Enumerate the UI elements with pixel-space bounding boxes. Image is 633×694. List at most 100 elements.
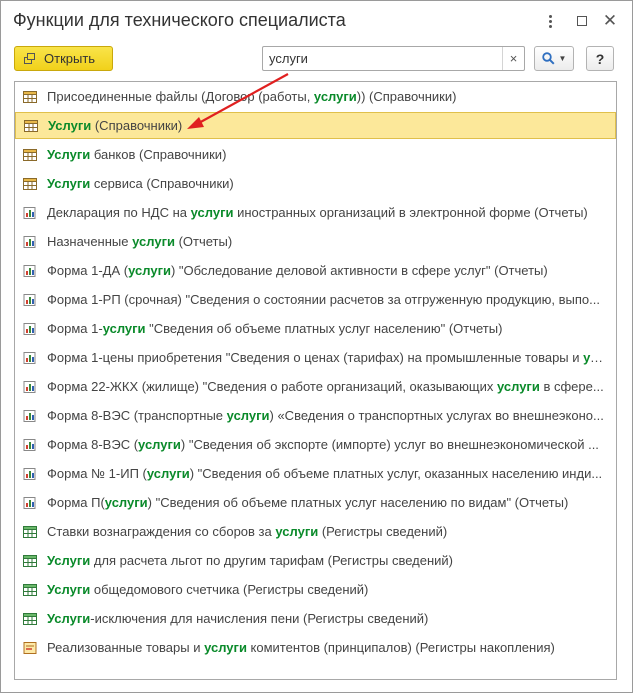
report-icon — [23, 322, 37, 335]
maximize-icon[interactable] — [573, 12, 591, 30]
report-icon — [23, 380, 37, 393]
label-text: "Сведения об объеме платных услуг населе… — [145, 321, 503, 336]
label-text: для расчета льгот по другим тарифам (Рег… — [90, 553, 453, 568]
close-icon[interactable]: ✕ — [601, 12, 619, 30]
label-text: Форма 8-ВЭС ( — [47, 437, 139, 452]
list-item[interactable]: Форма 1-РП (срочная) "Сведения о состоян… — [15, 286, 616, 313]
find-button[interactable]: ▼ — [534, 46, 574, 71]
title-bar: Функции для технического специалиста ✕ — [1, 1, 632, 41]
label-text: Форма 8-ВЭС (транспортные — [47, 408, 227, 423]
label-text: Форма 1- — [47, 321, 103, 336]
list-item[interactable]: Декларация по НДС на услуги иностранных … — [15, 199, 616, 226]
match-highlight: Услуги — [47, 582, 91, 597]
label-text: )) (Справочники) — [356, 89, 457, 104]
list-item[interactable]: Услуги банков (Справочники) — [15, 141, 616, 168]
match-highlight: услуги — [104, 495, 148, 510]
report-icon — [23, 351, 37, 364]
label-text: (Регистры сведений) — [318, 524, 448, 539]
label-text: Форма 1-ДА ( — [47, 263, 129, 278]
list-item[interactable]: Услуги сервиса (Справочники) — [15, 170, 616, 197]
label-text: Декларация по НДС на — [47, 205, 191, 220]
search-icon — [541, 52, 555, 65]
list-item-label: Форма 1-ДА (услуги) "Обследование делово… — [47, 263, 607, 278]
list-item[interactable]: Присоединенные файлы (Договор (работы, у… — [15, 83, 616, 110]
report-icon — [23, 235, 37, 248]
list-item-label: Назначенные услуги (Отчеты) — [47, 234, 607, 249]
list-item[interactable]: Форма 1-цены приобретения "Сведения о це… — [15, 344, 616, 371]
clear-search-button[interactable]: × — [502, 47, 524, 70]
list-item[interactable]: Услуги (Справочники) — [15, 112, 616, 139]
label-text: ) "Сведения об объеме платных услуг, ока… — [189, 466, 603, 481]
label-text: Ставки вознаграждения со сборов за — [47, 524, 276, 539]
list-item[interactable]: Услуги-исключения для начисления пени (Р… — [15, 605, 616, 632]
search-box: × — [262, 46, 525, 71]
match-highlight: Услуги — [47, 176, 91, 191]
list-item-label: Форма № 1-ИП (услуги) "Сведения об объем… — [47, 466, 607, 481]
register-icon — [23, 525, 37, 538]
list-item-label: Реализованные товары и услуги комитентов… — [47, 640, 607, 655]
label-text: Реализованные товары и — [47, 640, 205, 655]
help-button[interactable]: ? — [586, 46, 614, 71]
list-item-label: Услуги (Справочники) — [48, 118, 608, 133]
match-highlight: Услуги — [47, 147, 91, 162]
catalog-icon — [24, 119, 38, 132]
label-text: (Отчеты) — [174, 234, 233, 249]
list-item[interactable]: Реализованные товары и услуги комитентов… — [15, 634, 616, 661]
match-highlight: услуги — [102, 321, 146, 336]
list-item-label: Форма 8-ВЭС (транспортные услуги) «Сведе… — [47, 408, 607, 423]
label-text: ) "Сведения об объеме платных услуг насе… — [147, 495, 569, 510]
list-item-label: Форма 1-РП (срочная) "Сведения о состоян… — [47, 292, 607, 307]
match-highlight: услуги — [275, 524, 319, 539]
list-item[interactable]: Форма 8-ВЭС (транспортные услуги) «Сведе… — [15, 402, 616, 429]
list-item[interactable]: Услуги для расчета льгот по другим тариф… — [15, 547, 616, 574]
label-text: -исключения для начисления пени (Регистр… — [90, 611, 429, 626]
list-item-label: Форма 1-цены приобретения "Сведения о це… — [47, 350, 607, 365]
label-text: ) "Обследование деловой активности в сфе… — [170, 263, 548, 278]
chevron-down-icon: ▼ — [558, 54, 567, 63]
list-item-label: Услуги сервиса (Справочники) — [47, 176, 607, 191]
label-text: комитентов (принципалов) (Регистры накоп… — [246, 640, 555, 655]
list-item[interactable]: Форма 8-ВЭС (услуги) "Сведения об экспор… — [15, 431, 616, 458]
catalog-icon — [23, 90, 37, 103]
list-item[interactable]: Назначенные услуги (Отчеты) — [15, 228, 616, 255]
register-icon — [23, 583, 37, 596]
list-item[interactable]: Услуги общедомового счетчика (Регистры с… — [15, 576, 616, 603]
report-icon — [23, 409, 37, 422]
window-title: Функции для технического специалиста — [13, 10, 346, 30]
match-highlight: услуги — [496, 379, 540, 394]
search-input[interactable] — [263, 47, 501, 70]
label-text: Форма П( — [47, 495, 105, 510]
list-item-label: Услуги-исключения для начисления пени (Р… — [47, 611, 607, 626]
results-list: Присоединенные файлы (Договор (работы, у… — [14, 81, 617, 680]
match-highlight: Услуги — [47, 611, 91, 626]
list-item[interactable]: Форма 1-ДА (услуги) "Обследование делово… — [15, 257, 616, 284]
label-text: иностранных организаций в электронной фо… — [233, 205, 588, 220]
list-item-label: Услуги банков (Справочники) — [47, 147, 607, 162]
open-icon — [24, 52, 36, 65]
toolbar: Открыть × ▼ ? — [1, 45, 632, 73]
list-item[interactable]: Ставки вознаграждения со сборов за услуг… — [15, 518, 616, 545]
app-window: Функции для технического специалиста ✕ О… — [0, 0, 633, 693]
label-text: ) «Сведения о транспортных услугах во вн… — [269, 408, 604, 423]
label-text: Форма 1-РП (срочная) "Сведения о состоян… — [47, 292, 600, 307]
label-text: Форма 1-цены приобретения "Сведения о це… — [47, 350, 584, 365]
list-item-label: Услуги для расчета льгот по другим тариф… — [47, 553, 607, 568]
label-text: (Справочники) — [91, 118, 183, 133]
catalog-icon — [23, 177, 37, 190]
report-icon — [23, 206, 37, 219]
list-item-label: Декларация по НДС на услуги иностранных … — [47, 205, 607, 220]
label-text: ) "Сведения об экспорте (импорте) услуг … — [180, 437, 599, 452]
report-icon — [23, 293, 37, 306]
list-item[interactable]: Форма П(услуги) "Сведения об объеме плат… — [15, 489, 616, 516]
list-item-label: Услуги общедомового счетчика (Регистры с… — [47, 582, 607, 597]
more-actions-icon[interactable] — [541, 12, 559, 30]
open-button[interactable]: Открыть — [14, 46, 113, 71]
list-item[interactable]: Форма 22-ЖКХ (жилище) "Сведения о работе… — [15, 373, 616, 400]
match-highlight: услуги — [128, 263, 171, 278]
label-text: сервиса (Справочники) — [90, 176, 234, 191]
match-highlight: услуги — [146, 466, 190, 481]
match-highlight: Услуги — [48, 118, 92, 133]
list-item-label: Форма П(услуги) "Сведения об объеме плат… — [47, 495, 607, 510]
list-item[interactable]: Форма 1-услуги "Сведения об объеме платн… — [15, 315, 616, 342]
list-item[interactable]: Форма № 1-ИП (услуги) "Сведения об объем… — [15, 460, 616, 487]
